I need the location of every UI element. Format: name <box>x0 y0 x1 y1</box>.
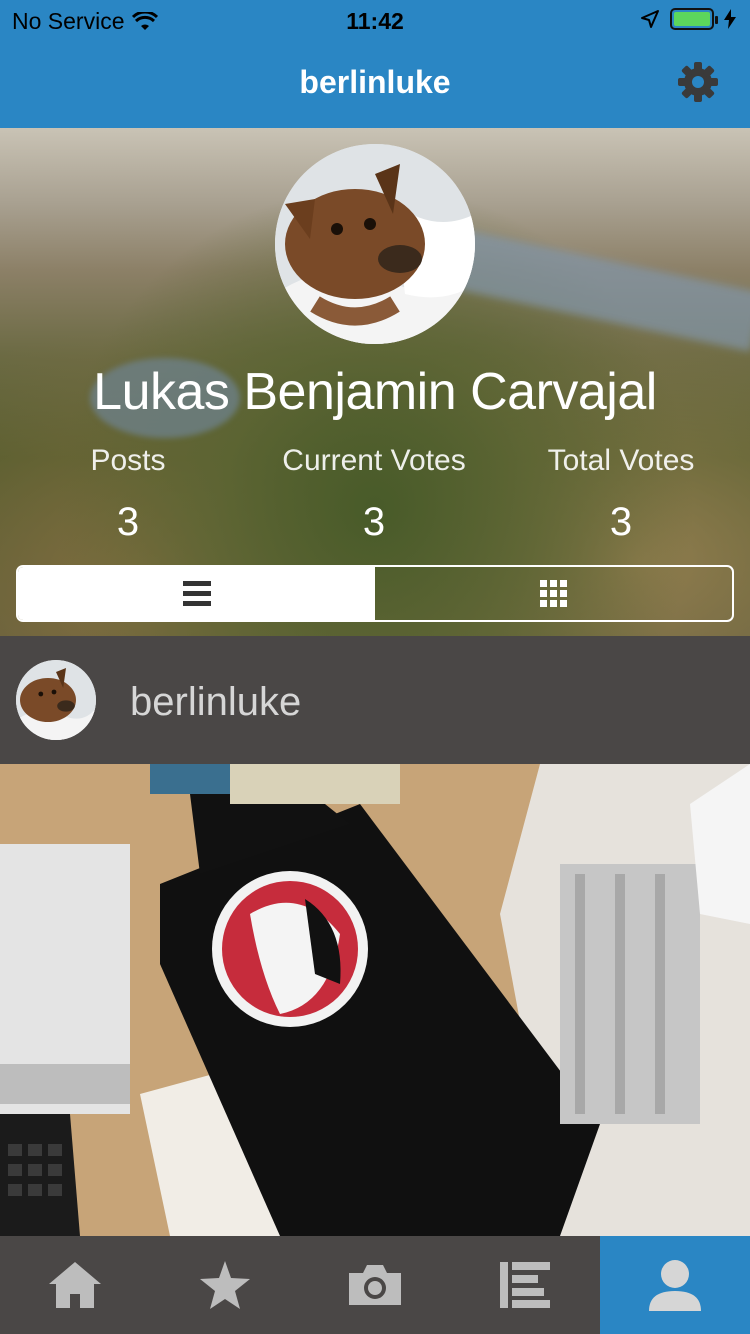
navigation-bar: berlinluke <box>0 40 750 128</box>
battery-level <box>674 12 710 26</box>
grid-view-button[interactable] <box>375 567 732 620</box>
status-icons <box>640 8 736 30</box>
charging-bolt-icon <box>724 9 736 29</box>
tab-profile[interactable] <box>600 1236 750 1334</box>
tab-leaderboard[interactable] <box>450 1236 600 1334</box>
dog-photo <box>275 144 475 344</box>
stat-value: 3 <box>116 500 140 544</box>
tab-bar <box>0 1236 750 1334</box>
profile-icon <box>649 1260 701 1311</box>
tab-home[interactable] <box>0 1236 150 1334</box>
camera-icon <box>349 1265 401 1305</box>
battery-icon <box>670 8 718 30</box>
stat-total-votes: Total Votes 3 <box>496 444 746 545</box>
home-icon <box>49 1262 101 1308</box>
desk-photo <box>0 764 750 1236</box>
tab-favorites[interactable] <box>150 1236 300 1334</box>
post-avatar[interactable] <box>16 660 96 740</box>
gear-icon[interactable] <box>676 60 720 104</box>
stat-label: Total Votes <box>547 444 695 477</box>
stat-label: Current Votes <box>282 444 466 477</box>
stat-posts: Posts 3 <box>3 444 253 545</box>
stat-label: Posts <box>90 444 166 477</box>
dog-photo <box>16 660 96 740</box>
star-icon <box>200 1261 250 1309</box>
stat-value: 3 <box>362 500 386 544</box>
list-view-icon <box>182 580 211 606</box>
status-bar: No Service 11:42 <box>0 0 750 40</box>
location-arrow-icon <box>641 10 659 28</box>
post-header: berlinluke <box>0 636 750 764</box>
list-view-button[interactable] <box>18 567 375 620</box>
profile-header: Lukas Benjamin Carvajal Posts 3 Current … <box>0 128 750 636</box>
tab-camera[interactable] <box>300 1236 450 1334</box>
grid-view-icon <box>539 579 567 607</box>
leaderboard-icon <box>500 1262 550 1308</box>
background-river <box>427 224 750 352</box>
view-toggle <box>16 565 734 622</box>
profile-avatar[interactable] <box>275 144 475 344</box>
stat-value: 3 <box>609 500 633 544</box>
full-name: Lukas Benjamin Carvajal <box>93 363 657 421</box>
post-username[interactable]: berlinluke <box>130 680 301 725</box>
stat-current-votes: Current Votes 3 <box>249 444 499 545</box>
post-photo[interactable] <box>0 764 750 1236</box>
clock: 11:42 <box>346 8 404 34</box>
page-title: berlinluke <box>299 64 451 100</box>
